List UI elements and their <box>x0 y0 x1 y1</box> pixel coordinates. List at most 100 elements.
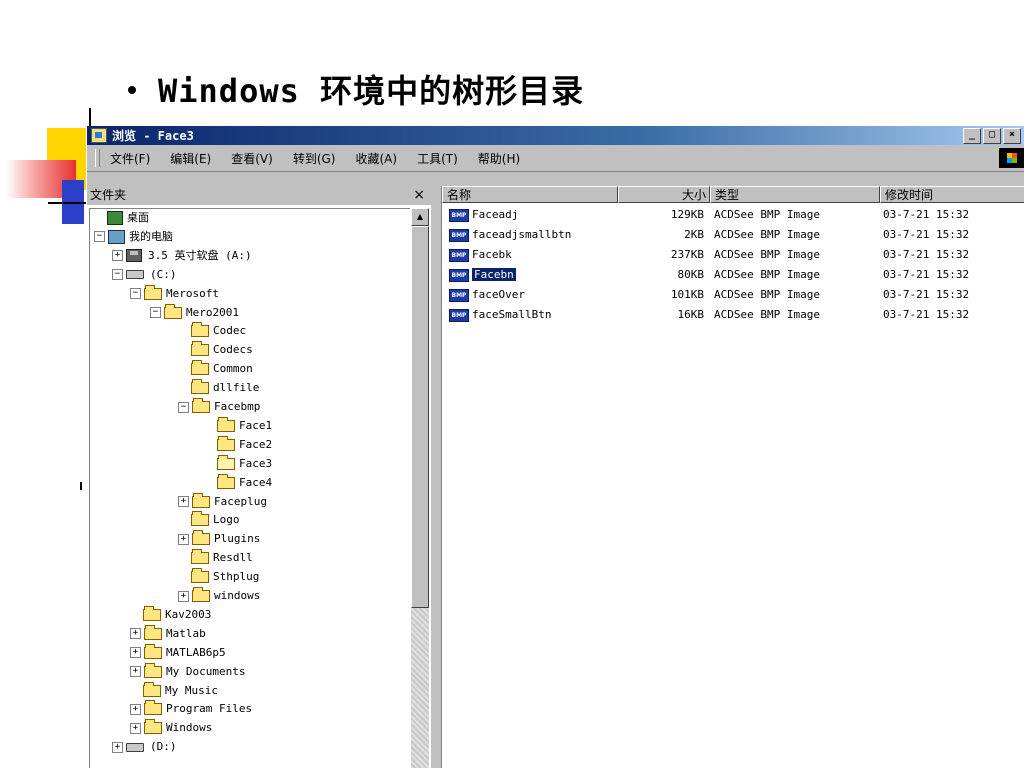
expand-icon[interactable]: + <box>112 250 123 262</box>
file-size: 129KB <box>670 208 704 221</box>
tree-item[interactable]: + MATLAB6p5 <box>130 643 226 662</box>
collapse-icon[interactable]: − <box>150 307 161 318</box>
folder-icon <box>192 398 210 413</box>
tree-item-label: Codec <box>213 324 247 338</box>
collapse-icon[interactable]: − <box>130 288 141 300</box>
column-header-name[interactable]: 名称 <box>442 186 618 203</box>
folder-icon <box>144 284 162 300</box>
tree-item[interactable]: + My Documents <box>130 662 245 681</box>
tree-item[interactable]: Sthplug <box>178 568 259 586</box>
tree-item[interactable]: 桌面 <box>94 209 149 227</box>
tree-item[interactable]: Resdll <box>178 549 253 567</box>
scrollbar-thumb[interactable] <box>411 226 429 608</box>
expand-icon[interactable]: + <box>178 533 189 545</box>
menubar-grip[interactable] <box>95 149 100 167</box>
tree-item[interactable]: + Windows <box>130 719 212 737</box>
collapse-icon[interactable]: − <box>178 401 189 413</box>
tree-item[interactable]: Common <box>178 360 253 378</box>
expand-icon[interactable]: + <box>130 722 141 734</box>
folders-pane-header: 文件夹 × <box>87 185 431 205</box>
menu-go[interactable]: 转到(G) <box>293 150 336 167</box>
tree-item-label: Codecs <box>213 343 253 357</box>
expand-icon[interactable]: + <box>112 741 123 753</box>
close-window-button[interactable]: × <box>1003 127 1021 144</box>
tree-item[interactable]: − Mero2001 <box>150 303 239 322</box>
folder-icon <box>217 416 235 432</box>
tree-item[interactable]: + Matlab <box>130 624 206 643</box>
folder-icon <box>192 492 210 508</box>
close-folders-pane-button[interactable]: × <box>413 185 425 205</box>
menu-bar: 文件(F) 编辑(E) 查看(V) 转到(G) 收藏(A) 工具(T) 帮助(H… <box>87 145 1024 172</box>
expand-icon[interactable]: + <box>178 590 189 602</box>
menu-tools[interactable]: 工具(T) <box>417 150 458 167</box>
folder-icon <box>191 379 209 395</box>
collapse-icon[interactable]: − <box>112 269 123 281</box>
expand-icon[interactable]: + <box>130 666 141 678</box>
tree-item[interactable]: + (D:) <box>112 738 177 756</box>
file-row[interactable]: BMP faceOver 101KB ACDSee BMP Image 03-7-21 … <box>442 285 1024 305</box>
tree-item[interactable]: Face1 <box>204 416 273 435</box>
window-title: 浏览 - Face3 <box>112 129 194 143</box>
folder-icon <box>191 360 209 376</box>
tree-item[interactable]: − 我的电脑 <box>94 228 173 246</box>
collapse-icon[interactable]: − <box>94 231 105 243</box>
file-row[interactable]: BMP faceadjsmallbtn 2KB ACDSee BMP Image 03-… <box>442 225 1024 245</box>
menu-favorites[interactable]: 收藏(A) <box>355 150 397 167</box>
menu-edit[interactable]: 编辑(E) <box>170 150 211 167</box>
tree-item[interactable]: − Facebmp <box>178 398 260 416</box>
pane-splitter[interactable] <box>431 186 441 768</box>
expand-icon[interactable]: + <box>130 703 141 715</box>
menu-view[interactable]: 查看(V) <box>231 150 273 167</box>
tree-item[interactable]: + Faceplug <box>178 492 267 511</box>
tree-item[interactable]: Face3 <box>204 454 272 473</box>
scroll-up-arrow-icon[interactable]: ▲ <box>411 208 429 226</box>
tree-item[interactable]: dllfile <box>178 379 259 397</box>
folder-icon <box>144 719 162 735</box>
tree-item[interactable]: Codecs <box>178 341 253 359</box>
file-row[interactable]: BMP Facebk 237KB ACDSee BMP Image 03-7-21 15… <box>442 245 1024 265</box>
file-row[interactable]: BMP Facebn 80KB ACDSee BMP Image 03-7-21 15:… <box>442 265 1024 285</box>
folders-pane: 文件夹 × 桌面 − 我的电脑 +3.5 英寸软盘 (A:) − (C:) − Merosof… <box>87 185 431 768</box>
menu-help[interactable]: 帮助(H) <box>478 150 520 167</box>
tree-item[interactable]: − Merosoft <box>130 284 219 303</box>
file-size: 2KB <box>684 228 704 241</box>
file-size: 101KB <box>670 288 704 301</box>
folder-icon <box>217 435 235 451</box>
tree-item[interactable]: Codec <box>178 322 246 340</box>
file-name: faceadjsmallbtn <box>472 228 572 241</box>
tree-item[interactable]: Face2 <box>204 435 272 454</box>
window-titlebar[interactable]: 浏览 - Face3 _ □ × <box>87 126 1024 145</box>
minimize-button[interactable]: _ <box>963 127 981 144</box>
file-type: ACDSee BMP Image <box>714 268 820 281</box>
tree-item[interactable]: My Music <box>130 681 218 700</box>
tree-item[interactable]: + windows <box>178 587 260 605</box>
tree-item-label: Program Files <box>166 702 253 716</box>
file-modified: 03-7-21 15:32 <box>883 288 970 301</box>
tree-item[interactable]: Face4 <box>204 473 272 492</box>
folder-icon <box>143 605 161 621</box>
tree-item[interactable]: Logo <box>178 511 240 529</box>
file-name-cell: faceadjsmallbtn <box>472 225 571 245</box>
expand-icon[interactable]: + <box>130 647 141 659</box>
tree-item[interactable]: Kav2003 <box>130 605 211 624</box>
column-header-modified[interactable]: 修改时间 <box>880 186 1024 203</box>
folder-tree-scrollbar[interactable]: ▲ <box>411 208 429 768</box>
expand-icon[interactable]: + <box>130 628 141 640</box>
menu-file[interactable]: 文件(F) <box>110 150 150 167</box>
maximize-button[interactable]: □ <box>983 127 1001 144</box>
file-size: 237KB <box>670 248 704 261</box>
expand-icon[interactable]: + <box>178 496 189 507</box>
column-header-type[interactable]: 类型 <box>710 186 880 203</box>
column-header-size[interactable]: 大小 <box>618 186 710 203</box>
folder-icon <box>217 473 235 489</box>
file-row[interactable]: BMP Faceadj 129KB ACDSee BMP Image 03-7-21 1… <box>442 205 1024 225</box>
tree-item[interactable]: − (C:) <box>112 266 177 284</box>
file-modified: 03-7-21 15:32 <box>883 268 970 281</box>
tree-item[interactable]: + Program Files <box>130 700 252 718</box>
file-row[interactable]: BMP faceSmallBtn 16KB ACDSee BMP Image 03-7-… <box>442 305 1024 325</box>
folder-tree: 桌面 − 我的电脑 +3.5 英寸软盘 (A:) − (C:) − Merosoft − Mero… <box>89 208 410 768</box>
tree-item-label: Face1 <box>239 418 273 432</box>
bmp-file-icon: BMP <box>449 209 469 222</box>
tree-item[interactable]: + Plugins <box>178 530 260 548</box>
tree-item[interactable]: +3.5 英寸软盘 (A:) <box>112 247 252 265</box>
